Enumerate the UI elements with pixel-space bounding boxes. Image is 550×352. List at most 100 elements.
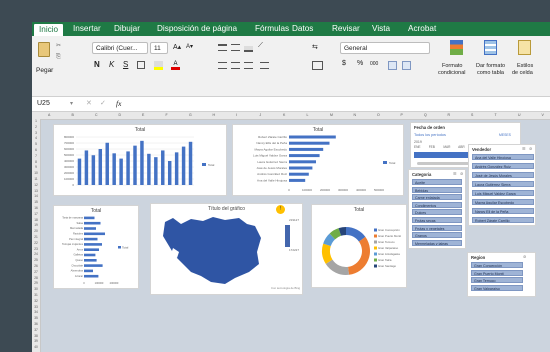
merge-center-icon[interactable] bbox=[312, 61, 323, 70]
worksheet[interactable]: A B C D E F G H I J K L M N O P Q R S T U V 1 2 3 4 5 6 7 8 9 10 11 12 13… bbox=[32, 112, 550, 352]
conditional-format-label-2[interactable]: condicional bbox=[438, 70, 466, 76]
column-header[interactable]: E bbox=[142, 112, 144, 119]
timeline-scrollbar[interactable] bbox=[417, 162, 469, 165]
slicer-item[interactable]: José de Jesús Morales bbox=[472, 172, 534, 178]
slicer-item[interactable]: Andrés González Ruiz bbox=[472, 163, 534, 169]
chart-donut-region[interactable]: Total Gran Concepción Gran Puerto Montt Gr… bbox=[311, 204, 407, 288]
column-header[interactable]: M bbox=[330, 112, 333, 119]
column-header[interactable]: L bbox=[307, 112, 309, 119]
font-size-select[interactable]: 11 bbox=[150, 42, 168, 54]
clear-filter-icon[interactable]: ⊘ bbox=[460, 171, 463, 176]
column-header[interactable]: S bbox=[471, 112, 473, 119]
format-table-label-1[interactable]: Dar formato bbox=[476, 63, 505, 69]
format-table-label-2[interactable]: como tabla bbox=[477, 70, 504, 76]
slicer-item[interactable]: Carne enlatada bbox=[412, 194, 462, 201]
orientation-icon[interactable]: ⟋ bbox=[258, 42, 263, 50]
chart-total-productos[interactable]: Total Tarta de manzana Salsa Mermelada Ravi… bbox=[53, 205, 139, 289]
column-header[interactable]: U bbox=[518, 112, 521, 119]
slicer-item[interactable]: Nancy Ell de la Peña bbox=[472, 208, 534, 214]
wrap-text-icon[interactable]: ⇆ bbox=[312, 43, 318, 51]
insert-function-button[interactable]: fx bbox=[116, 99, 121, 108]
align-middle-icon[interactable] bbox=[231, 44, 240, 51]
tab-acrobat[interactable]: Acrobat bbox=[408, 23, 436, 35]
column-header[interactable]: D bbox=[119, 112, 122, 119]
timeline-unit[interactable]: MESES bbox=[499, 133, 511, 137]
align-top-icon[interactable] bbox=[218, 44, 227, 51]
shrink-font-button[interactable]: A▾ bbox=[186, 43, 193, 50]
column-header[interactable]: J bbox=[260, 112, 262, 119]
cancel-icon[interactable]: ✕ bbox=[86, 99, 92, 107]
tab-formulas[interactable]: Fórmulas bbox=[255, 23, 289, 35]
slicer-item[interactable]: Gran Puerto Montt bbox=[471, 269, 523, 276]
conditional-format-label-1[interactable]: Formato bbox=[442, 63, 462, 69]
column-header[interactable]: P bbox=[401, 112, 403, 119]
slicer-item[interactable]: Dulces bbox=[412, 209, 462, 216]
name-box-dropdown-icon[interactable]: ▾ bbox=[70, 100, 73, 107]
tab-inicio[interactable]: Inicio bbox=[34, 24, 64, 36]
cut-icon[interactable]: ✂ bbox=[56, 42, 61, 49]
column-header[interactable]: H bbox=[213, 112, 216, 119]
slicer-vendedor[interactable]: Vendedor ☰ ⊘ Ana del Valle Hinojosa André… bbox=[468, 144, 536, 226]
chart-map[interactable]: Título del gráfico ! 219127 172227 Con t… bbox=[150, 203, 303, 295]
column-header[interactable]: A bbox=[48, 112, 50, 119]
cell-styles-label-2[interactable]: de celda bbox=[512, 70, 533, 76]
slicer-region[interactable]: Region ⊘ Gran Concepción Gran Puerto Mont… bbox=[467, 252, 536, 297]
column-header[interactable]: B bbox=[72, 112, 74, 119]
slicer-item[interactable]: Mayra Aguilar Escobedo bbox=[472, 199, 534, 205]
slicer-item[interactable]: Granos bbox=[412, 232, 462, 239]
column-header[interactable]: G bbox=[189, 112, 192, 119]
conditional-format-icon[interactable] bbox=[450, 40, 463, 55]
slicer-categoria[interactable]: Categoria ☰ ⊘ Aceite Bebidas Carne enlatad… bbox=[408, 169, 466, 249]
column-header[interactable]: T bbox=[495, 112, 497, 119]
tab-datos[interactable]: Datos bbox=[292, 23, 313, 35]
slicer-item[interactable]: Mermeladas y jaleas bbox=[412, 239, 462, 246]
borders-icon[interactable] bbox=[137, 61, 145, 69]
name-box[interactable]: U25 bbox=[37, 100, 50, 107]
tab-disposicion[interactable]: Disposición de página bbox=[157, 23, 237, 35]
slicer-item[interactable]: Laura Gutiérrez Sierra bbox=[472, 181, 534, 187]
clear-filter-icon[interactable]: ⊘ bbox=[523, 254, 526, 259]
clear-filter-icon[interactable]: ⊘ bbox=[529, 146, 532, 151]
tab-revisar[interactable]: Revisar bbox=[332, 23, 360, 35]
align-bottom-icon[interactable] bbox=[244, 46, 253, 52]
number-format-select[interactable]: General bbox=[340, 42, 430, 54]
slicer-item[interactable]: Robert Zárate Carrillo bbox=[472, 217, 534, 223]
format-table-icon[interactable] bbox=[484, 40, 497, 55]
multi-select-icon[interactable]: ☰ bbox=[453, 171, 457, 176]
cell-styles-icon[interactable] bbox=[518, 40, 531, 55]
percent-button[interactable]: % bbox=[357, 60, 363, 67]
paste-icon[interactable] bbox=[38, 42, 50, 57]
timeline-month[interactable]: FEB bbox=[429, 145, 435, 149]
slicer-item[interactable]: Ana del Valle Hinojosa bbox=[472, 154, 534, 160]
font-name-select[interactable]: Calibri (Cuer... bbox=[92, 42, 148, 54]
timeline-month[interactable]: ENE bbox=[414, 145, 421, 149]
increase-decimal-icon[interactable] bbox=[388, 61, 397, 70]
tab-dibujar[interactable]: Dibujar bbox=[114, 23, 140, 35]
slicer-item[interactable]: Luis Miguel Valdez Garza bbox=[472, 190, 534, 196]
align-center-icon[interactable] bbox=[231, 62, 240, 69]
cell-styles-label-1[interactable]: Estilos bbox=[517, 63, 533, 69]
column-header[interactable]: C bbox=[95, 112, 98, 119]
enter-icon[interactable]: ✓ bbox=[100, 99, 106, 107]
thousands-button[interactable]: 000 bbox=[370, 61, 378, 67]
row-header[interactable]: 40 bbox=[32, 345, 40, 351]
column-header[interactable]: F bbox=[166, 112, 168, 119]
slicer-item[interactable]: Gran Valparaíso bbox=[471, 284, 523, 291]
font-color-icon[interactable]: A bbox=[171, 61, 180, 70]
warning-icon[interactable]: ! bbox=[276, 205, 285, 214]
column-header[interactable]: R bbox=[448, 112, 451, 119]
align-left-icon[interactable] bbox=[218, 62, 227, 69]
timeline-month[interactable]: ABR bbox=[458, 145, 465, 149]
underline-button[interactable]: S bbox=[123, 60, 128, 69]
slicer-item[interactable]: Bebidas bbox=[412, 186, 462, 193]
slicer-item[interactable]: Aceite bbox=[412, 179, 462, 185]
decrease-decimal-icon[interactable] bbox=[402, 61, 411, 70]
bold-button[interactable]: N bbox=[94, 60, 100, 69]
tab-insertar[interactable]: Insertar bbox=[73, 23, 101, 35]
chart-total-vendedor[interactable]: Total Robert Zárate Carrillo Nancy Ellis … bbox=[232, 124, 404, 196]
paste-label[interactable]: Pegar bbox=[36, 67, 53, 74]
italic-button[interactable]: K bbox=[109, 60, 114, 69]
column-header[interactable]: V bbox=[542, 112, 544, 119]
slicer-item[interactable]: Condimentos bbox=[412, 201, 462, 208]
tab-vista[interactable]: Vista bbox=[372, 23, 390, 35]
